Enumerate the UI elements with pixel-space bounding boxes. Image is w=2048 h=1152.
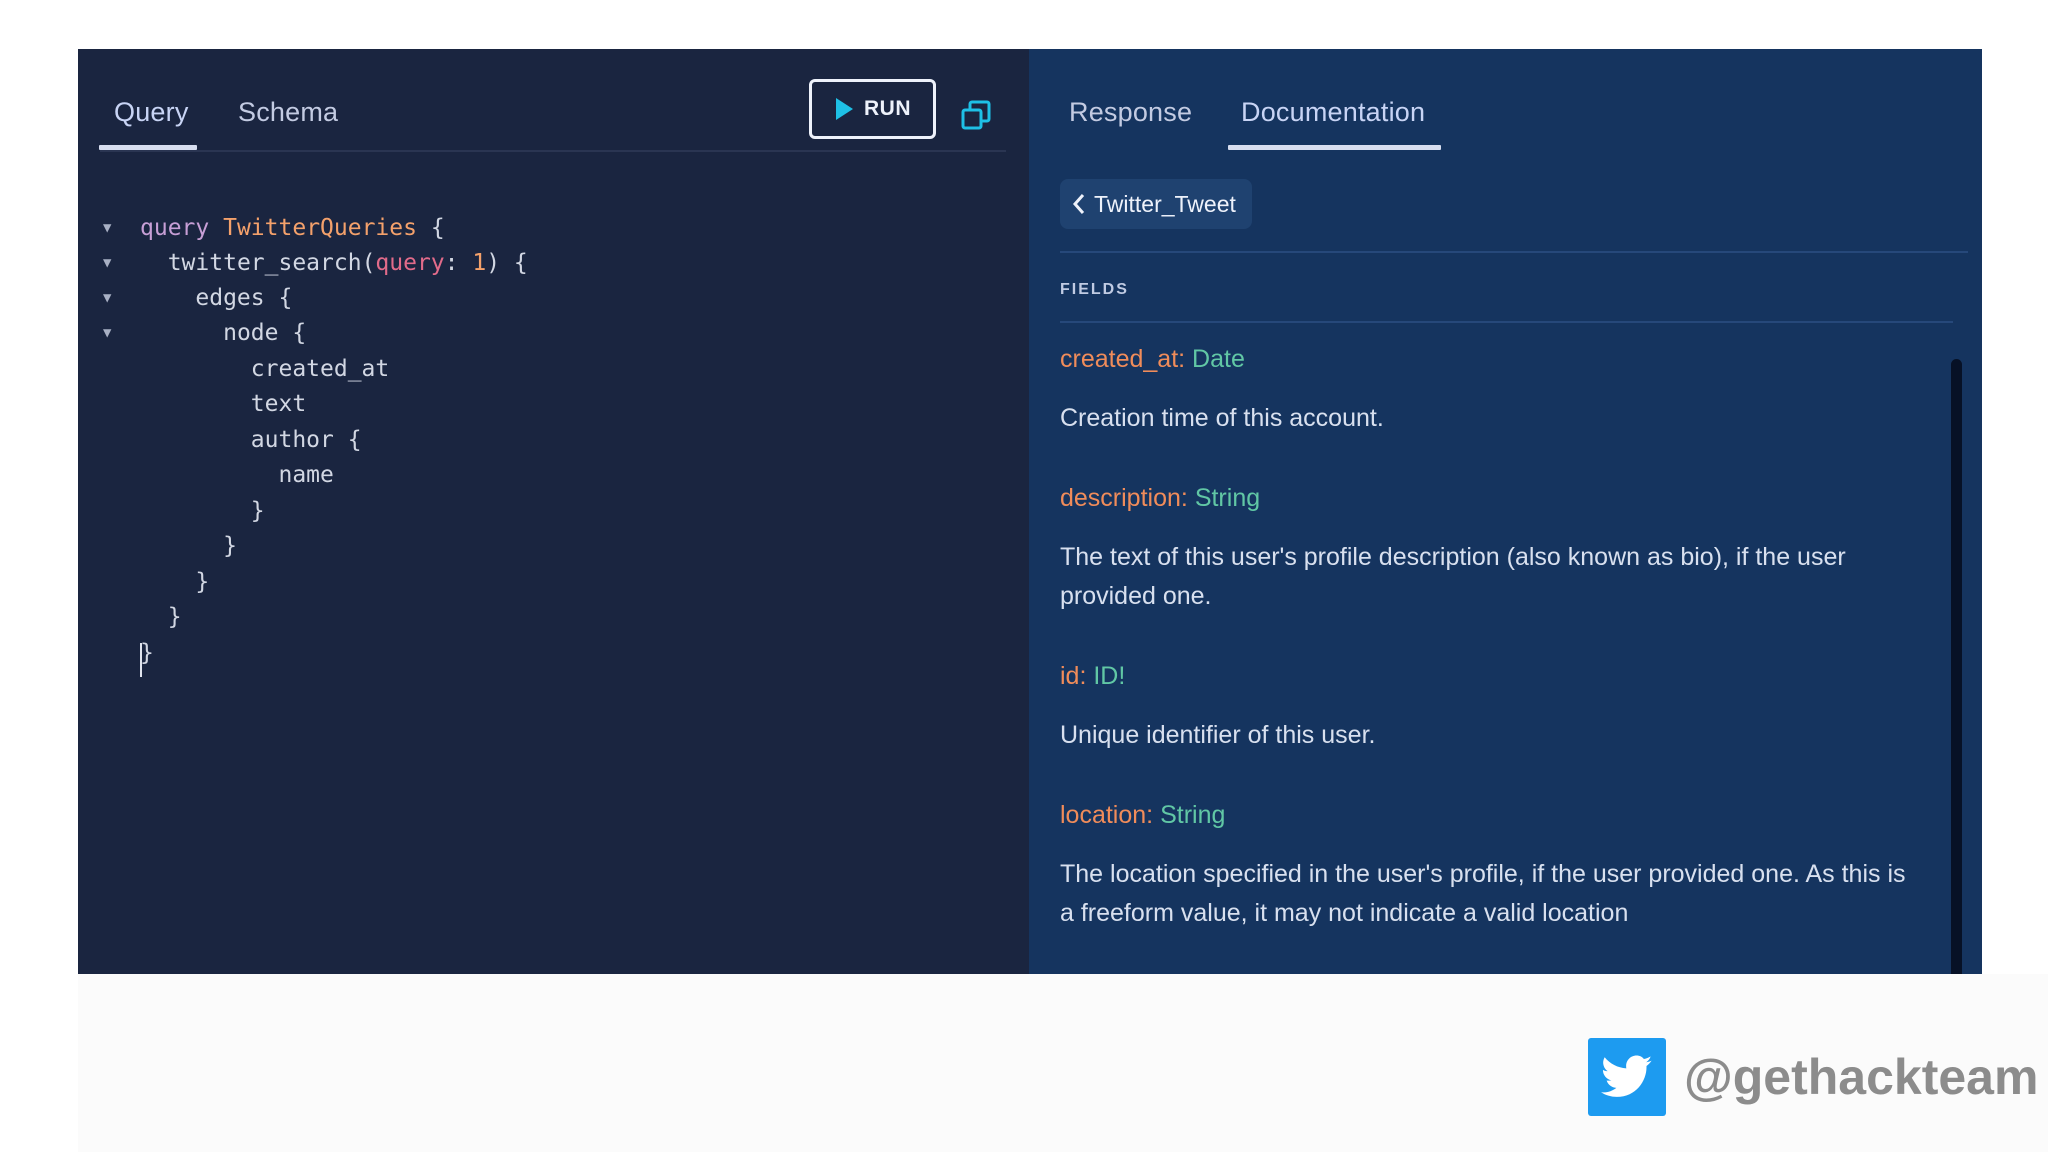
back-button[interactable]: Twitter_Tweet bbox=[1060, 179, 1252, 229]
field-name: created_at: bbox=[1060, 345, 1186, 373]
fields-heading: FIELDS bbox=[1060, 281, 1129, 298]
field-description: Unique identifier of this user. bbox=[1060, 721, 1376, 749]
graphql-explorer: Query Schema RUN ▼ query TwitterQueries {… bbox=[78, 49, 1982, 974]
field-name: id: bbox=[1060, 662, 1087, 690]
doc-divider bbox=[1060, 251, 1968, 253]
tab-documentation-underline bbox=[1228, 145, 1441, 150]
run-button[interactable]: RUN bbox=[809, 79, 936, 139]
code-line: author { bbox=[250, 427, 362, 453]
code-line: ▼ twitter_search(query: 1) { bbox=[78, 212, 978, 276]
field-type-link[interactable]: ID! bbox=[1093, 662, 1125, 690]
fields-divider bbox=[1060, 321, 1953, 323]
field-title[interactable]: description: String bbox=[1060, 484, 1260, 513]
field-description: The location specified in the user's pro… bbox=[1060, 860, 1906, 927]
field-name: location: bbox=[1060, 801, 1154, 829]
scrollbar[interactable] bbox=[1951, 359, 1962, 974]
run-label: RUN bbox=[864, 97, 911, 120]
query-pane: Query Schema RUN ▼ query TwitterQueries {… bbox=[78, 49, 1029, 974]
text-cursor bbox=[140, 643, 142, 677]
code-line: ▼ edges { bbox=[78, 247, 978, 311]
field-type-link[interactable]: String bbox=[1160, 801, 1225, 829]
code-line: } bbox=[140, 640, 154, 666]
code-line: } bbox=[223, 533, 237, 559]
field-title[interactable]: id: ID! bbox=[1060, 662, 1125, 691]
field-name: description: bbox=[1060, 484, 1188, 512]
chevron-left-icon bbox=[1072, 194, 1085, 214]
tab-schema[interactable]: Schema bbox=[238, 97, 338, 153]
back-label: Twitter_Tweet bbox=[1094, 190, 1236, 217]
code-line: created_at bbox=[250, 356, 390, 382]
twitter-bird-icon bbox=[1588, 1038, 1666, 1116]
code-line: name bbox=[278, 462, 334, 488]
copy-icon[interactable] bbox=[960, 99, 992, 131]
field-description: The text of this user's profile descript… bbox=[1060, 543, 1846, 610]
code-line: } bbox=[195, 569, 210, 595]
field-title[interactable]: location: String bbox=[1060, 801, 1225, 830]
documentation-pane: Response Documentation Twitter_Tweet FIE… bbox=[1029, 49, 1982, 974]
tabs-divider bbox=[100, 150, 1006, 152]
code-line: } bbox=[250, 498, 265, 524]
field-type-link[interactable]: Date bbox=[1192, 345, 1245, 373]
field-title[interactable]: created_at: Date bbox=[1060, 345, 1245, 374]
twitter-handle: @gethackteam bbox=[1684, 1049, 2039, 1105]
code-line: text bbox=[250, 391, 307, 417]
field-type-link[interactable]: String bbox=[1195, 484, 1260, 512]
tab-response[interactable]: Response bbox=[1069, 97, 1192, 153]
field-description: Creation time of this account. bbox=[1060, 404, 1384, 432]
code-line: ▼ query TwitterQueries { bbox=[78, 177, 978, 241]
play-icon bbox=[836, 98, 853, 120]
code-line: ▼ node { bbox=[78, 282, 978, 346]
code-line: } bbox=[167, 604, 182, 630]
